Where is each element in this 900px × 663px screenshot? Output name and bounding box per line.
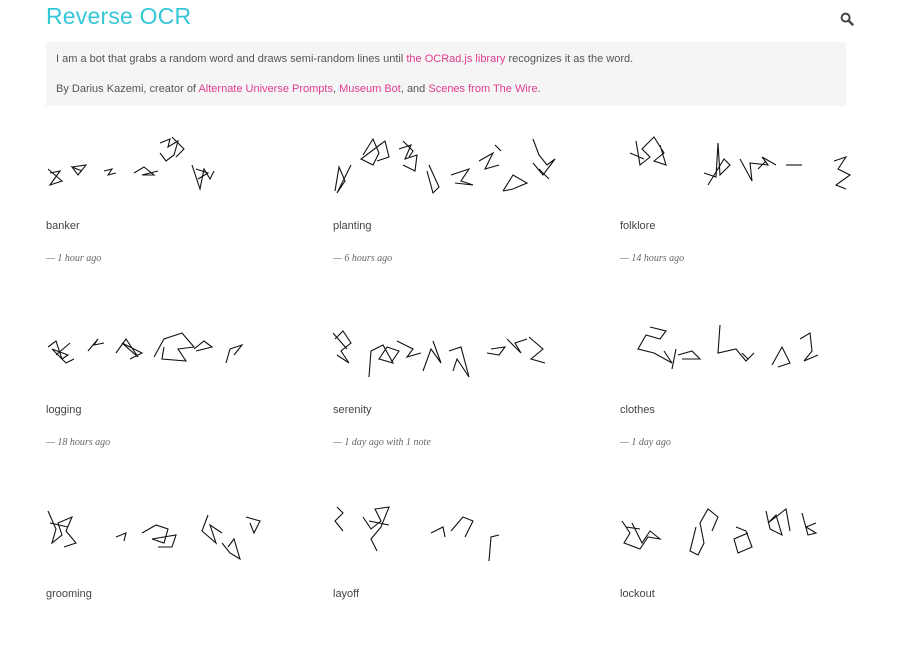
search-icon[interactable] [840,12,854,26]
post-word[interactable]: banker [46,220,80,232]
post-word[interactable]: clothes [620,404,655,416]
post-serenity[interactable]: serenity — 1 day ago with 1 note [332,319,573,479]
post-word[interactable]: planting [333,220,372,232]
post-timestamp[interactable]: — 1 day ago with 1 note [333,437,431,448]
scribble-image [629,136,852,190]
post-word[interactable]: grooming [46,588,92,600]
site-header: Reverse OCR [0,0,900,40]
post-word[interactable]: lockout [620,588,655,600]
intro-text: . [537,83,541,95]
scribble-image [334,137,556,195]
post-grooming[interactable]: grooming [46,503,286,663]
scribble-image [334,506,500,562]
scribble-image [637,324,819,370]
post-planting[interactable]: planting — 6 hours ago [333,135,573,295]
post-word[interactable]: serenity [333,404,372,416]
post-lockout[interactable]: lockout [620,503,860,663]
scribble-image [47,136,215,192]
post-timestamp[interactable]: — 1 hour ago [46,253,101,264]
post-word[interactable]: layoff [333,588,359,600]
post-folklore[interactable]: folklore — 14 hours ago [620,135,860,295]
post-timestamp[interactable]: — 6 hours ago [333,253,392,264]
intro-text: By Darius Kazemi, creator of [56,83,199,95]
post-logging[interactable]: logging — 18 hours ago [46,319,286,479]
scribble-image [47,510,261,561]
intro-text: , and [400,83,429,95]
scribble-image [332,330,546,378]
post-word[interactable]: folklore [620,220,655,232]
post-timestamp[interactable]: — 1 day ago [620,437,671,448]
intro-text: recognizes it as the word. [505,53,634,65]
scribble-image [47,332,244,364]
intro-credits: By Darius Kazemi, creator of Alternate U… [56,83,541,95]
site-title-link[interactable]: Reverse OCR [46,3,191,30]
post-clothes[interactable]: clothes — 1 day ago [620,319,860,479]
post-banker[interactable]: banker — 1 hour ago [46,135,286,295]
intro-text: I am a bot that grabs a random word and … [56,53,407,65]
scribble-image [621,508,818,556]
ocrad-library-link[interactable]: the OCRad.js library [406,53,505,65]
intro-description: I am a bot that grabs a random word and … [56,53,633,65]
intro-box: I am a bot that grabs a random word and … [46,42,846,106]
post-timestamp[interactable]: — 18 hours ago [46,437,110,448]
post-word[interactable]: logging [46,404,81,416]
museum-bot-link[interactable]: Museum Bot [339,83,401,95]
post-timestamp[interactable]: — 14 hours ago [620,253,684,264]
scenes-wire-link[interactable]: Scenes from The Wire [428,83,537,95]
alternate-universe-link[interactable]: Alternate Universe Prompts [198,83,333,95]
post-layoff[interactable]: layoff [333,503,573,663]
